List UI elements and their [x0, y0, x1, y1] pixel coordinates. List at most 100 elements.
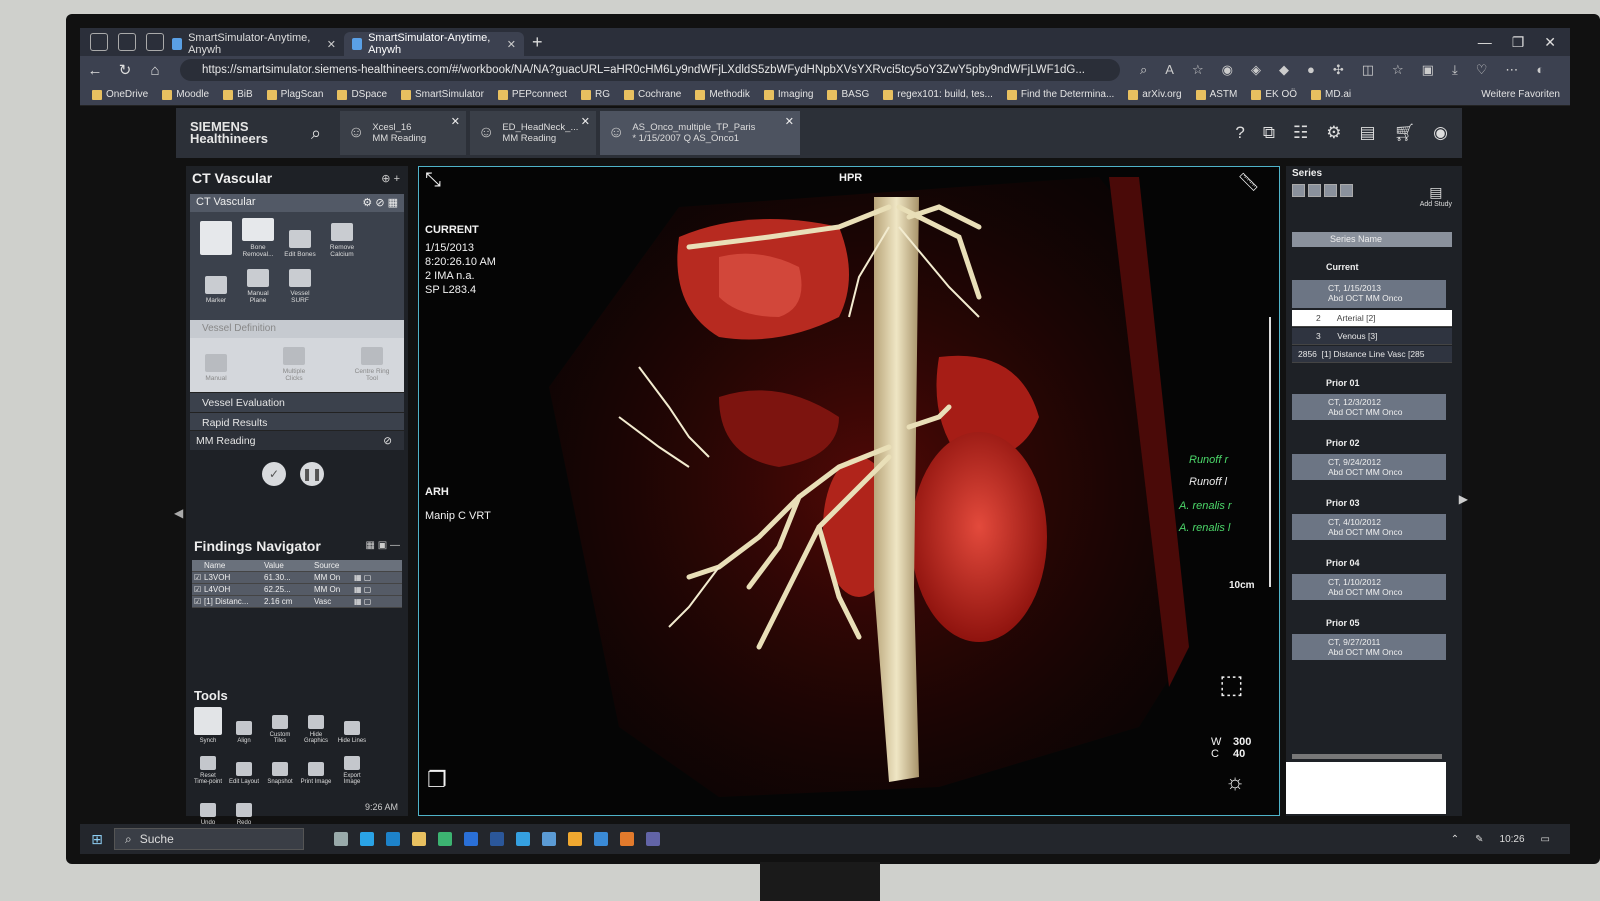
- align-button[interactable]: Align: [228, 706, 260, 744]
- reset-time-point-button[interactable]: Reset Time-point: [192, 747, 224, 785]
- marker-button[interactable]: Marker: [198, 264, 234, 304]
- series-row[interactable]: 2856 [1] Distance Line Vasc [285: [1292, 346, 1452, 363]
- vessel-surf-button[interactable]: Vessel SURF: [282, 264, 318, 304]
- export-image-button[interactable]: Export Image: [336, 747, 368, 785]
- edit-bones-button[interactable]: Edit Bones: [282, 218, 318, 258]
- task-view-icon[interactable]: [334, 832, 348, 846]
- extension-icon[interactable]: ◆: [1279, 62, 1289, 78]
- close-icon[interactable]: ✕: [451, 115, 460, 128]
- hide-lines-button[interactable]: Hide Lines: [336, 706, 368, 744]
- user-avatar-icon[interactable]: ◉: [1433, 123, 1448, 143]
- series-scrollbar[interactable]: [1292, 754, 1442, 759]
- bookmark-item[interactable]: SmartSimulator: [401, 89, 484, 100]
- collapse-left-arrow-icon[interactable]: ◀: [174, 506, 183, 520]
- bookmark-more[interactable]: Weitere Favoriten: [1481, 89, 1570, 100]
- health-icon[interactable]: ♡: [1476, 62, 1488, 78]
- snapshot-button[interactable]: Snapshot: [264, 747, 296, 785]
- settings-gear-icon[interactable]: ⚙: [1326, 123, 1341, 143]
- workflow-panel-icons[interactable]: ⚙ ⊘ ▦: [362, 196, 398, 210]
- close-tab-icon[interactable]: ✕: [507, 38, 516, 51]
- copilot-icon[interactable]: ◐: [1536, 62, 1544, 78]
- workflow-add-icon[interactable]: ⊕ +: [381, 173, 400, 185]
- bookmark-item[interactable]: arXiv.org: [1128, 89, 1182, 100]
- minimize-icon[interactable]: —: [1478, 34, 1492, 51]
- bookmark-item[interactable]: regex101: build, tes...: [883, 89, 993, 100]
- findings-icons[interactable]: ▦ ▣ —: [366, 540, 400, 551]
- bookmark-item[interactable]: RG: [580, 89, 610, 100]
- more-menu-icon[interactable]: ⋯: [1505, 62, 1518, 78]
- series-tool-icon[interactable]: [1292, 184, 1305, 197]
- extension-icon[interactable]: ●: [1307, 62, 1315, 78]
- finding-actions-icon[interactable]: ▦ ▢: [354, 585, 402, 594]
- remove-calcium-button[interactable]: Remove Calcium: [324, 218, 360, 258]
- stack-icon[interactable]: ❐: [427, 769, 447, 791]
- extension-icon[interactable]: ◈: [1251, 62, 1261, 78]
- anatomy-label-renalis-l[interactable]: A. renalis l: [1179, 521, 1230, 535]
- anatomy-label-runoff-l[interactable]: Runoff l: [1189, 475, 1227, 489]
- favorites-icon[interactable]: ☆: [1392, 62, 1404, 78]
- bookmark-item[interactable]: Imaging: [763, 89, 813, 100]
- series-row[interactable]: 2 Arterial [2]: [1292, 310, 1452, 327]
- app-icon[interactable]: [568, 832, 582, 846]
- vessel-evaluation-step[interactable]: Vessel Evaluation: [190, 392, 404, 412]
- app-icon[interactable]: [386, 832, 400, 846]
- taskbar-clock[interactable]: 10:26: [1500, 834, 1525, 845]
- browser-tab-2[interactable]: SmartSimulator-Anytime, Anywh ✕: [344, 32, 524, 56]
- centre-ring-button[interactable]: Centre Ring Tool: [354, 342, 390, 382]
- bookmark-item[interactable]: Methodik: [695, 89, 750, 100]
- undo-button[interactable]: Undo: [192, 788, 224, 826]
- series-tool-icon[interactable]: [1340, 184, 1353, 197]
- home-icon[interactable]: ⌂: [140, 62, 170, 79]
- volume-rendering-viewport[interactable]: HPR CURRENT 1/15/2013 8:20:26.10 AM 2 IM…: [418, 166, 1280, 816]
- app-icon[interactable]: [516, 832, 530, 846]
- close-icon[interactable]: ✕: [581, 115, 590, 128]
- users-icon[interactable]: ☷: [1293, 123, 1308, 143]
- hide-graphics-button[interactable]: Hide Graphics: [300, 706, 332, 744]
- bookmark-item[interactable]: Find the Determina...: [1006, 89, 1114, 100]
- extensions-puzzle-icon[interactable]: ✣: [1333, 62, 1344, 78]
- expand-arrows-icon[interactable]: ⤡: [425, 170, 441, 190]
- edge-icon[interactable]: [360, 832, 374, 846]
- app-icon[interactable]: [594, 832, 608, 846]
- findings-row[interactable]: ☑ [1] Distanc... 2.16 cm Vasc ▦ ▢: [192, 596, 402, 608]
- favorite-star-icon[interactable]: ☆: [1192, 62, 1204, 78]
- help-icon[interactable]: ?: [1235, 123, 1244, 143]
- collections-icon[interactable]: ▣: [1422, 62, 1434, 78]
- current-study[interactable]: CT, 1/15/2013 Abd OCT MM Onco: [1292, 280, 1446, 308]
- series-tool-icon[interactable]: [1324, 184, 1337, 197]
- patient-search-icon[interactable]: ⌕: [296, 123, 336, 144]
- bookmark-item[interactable]: OneDrive: [92, 89, 148, 100]
- zoom-icon[interactable]: ⌕: [1140, 62, 1147, 78]
- brightness-icon[interactable]: ☼: [1225, 771, 1245, 793]
- close-tab-icon[interactable]: ✕: [327, 38, 336, 51]
- series-thumbnail[interactable]: [1286, 762, 1446, 814]
- prior-study[interactable]: CT, 9/27/2011 Abd OCT MM Onco: [1292, 634, 1446, 660]
- layout-icon[interactable]: ⧉: [1263, 123, 1275, 143]
- tool-blank-button[interactable]: [198, 218, 234, 258]
- series-tool-icon[interactable]: [1308, 184, 1321, 197]
- print-image-button[interactable]: Print Image: [300, 747, 332, 785]
- vessel-definition-step[interactable]: Vessel Definition: [190, 320, 404, 338]
- bookmark-item[interactable]: BASG: [827, 89, 869, 100]
- windows-start-icon[interactable]: ⊞: [80, 831, 114, 848]
- bookmark-item[interactable]: PlagScan: [266, 89, 323, 100]
- orientation-cube-icon[interactable]: ⬚: [1219, 671, 1244, 697]
- pause-button[interactable]: ❚❚: [300, 462, 324, 486]
- extension-icon[interactable]: ◉: [1222, 62, 1233, 78]
- bone-removal-button[interactable]: Bone Removal...: [240, 218, 276, 258]
- bookmark-item[interactable]: ASTM: [1195, 89, 1237, 100]
- bookmark-item[interactable]: PEPconnect: [497, 89, 567, 100]
- checkbox-icon[interactable]: ☑: [192, 585, 204, 594]
- word-icon[interactable]: [490, 832, 504, 846]
- browser-tab-1[interactable]: SmartSimulator-Anytime, Anywh ✕: [164, 32, 344, 56]
- outlook-icon[interactable]: [464, 832, 478, 846]
- finding-actions-icon[interactable]: ▦ ▢: [354, 597, 402, 606]
- close-icon[interactable]: ✕: [785, 115, 794, 128]
- checkbox-icon[interactable]: ☑: [192, 597, 204, 606]
- custom-tiles-button[interactable]: Custom Tiles: [264, 706, 296, 744]
- teams-icon[interactable]: [646, 832, 660, 846]
- finding-actions-icon[interactable]: ▦ ▢: [354, 573, 402, 582]
- notifications-icon[interactable]: ▭: [1541, 834, 1550, 845]
- prior-study[interactable]: CT, 9/24/2012 Abd OCT MM Onco: [1292, 454, 1446, 480]
- bookmark-item[interactable]: BiB: [223, 89, 253, 100]
